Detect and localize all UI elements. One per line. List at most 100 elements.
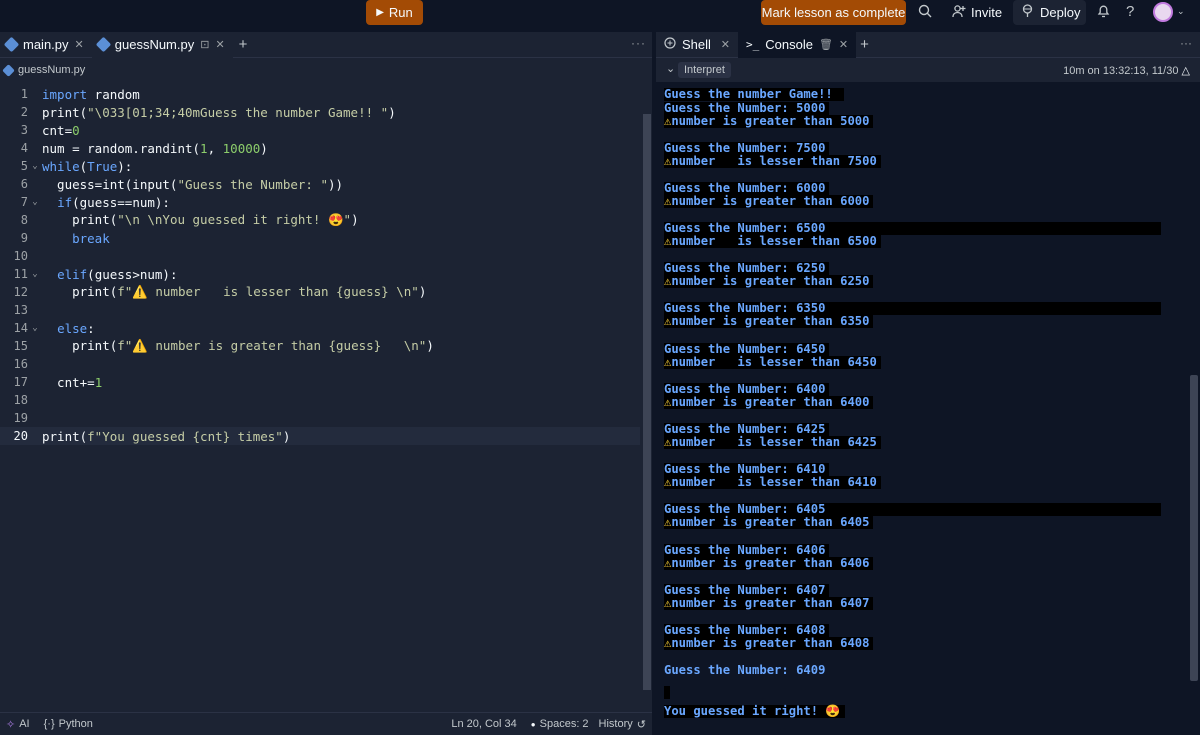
- code-text: print(f"⚠️ number is lesser than {guess}…: [42, 284, 427, 299]
- code-text: while(True):: [42, 158, 133, 174]
- console-line: Guess the number Game!!: [664, 88, 845, 101]
- line-number: 17: [13, 375, 28, 389]
- chevron-down-icon[interactable]: ⌄: [666, 62, 675, 75]
- warning-icon: △: [1181, 65, 1190, 77]
- interpret-button[interactable]: Interpret: [678, 62, 731, 78]
- deploy-button[interactable]: Deploy: [1013, 0, 1086, 25]
- code-line: 3 cnt=0: [0, 121, 640, 139]
- invite-label: Invite: [971, 5, 1003, 20]
- split-icon[interactable]: ⊡: [200, 38, 209, 51]
- close-icon[interactable]: ✕: [721, 38, 730, 51]
- code-text: else:: [57, 320, 95, 336]
- code-line: 6 guess=int(input("Guess the Number: ")): [0, 175, 640, 193]
- code-line: 15 print(f"⚠️ number is greater than {gu…: [0, 337, 640, 355]
- code-text: import random: [42, 86, 140, 102]
- tab-label: main.py: [23, 37, 69, 52]
- tab-label: Shell: [682, 37, 711, 52]
- console-line: ⚠number is greater than 6406: [664, 557, 874, 570]
- run-button[interactable]: ▶ Run: [366, 0, 423, 25]
- trash-icon[interactable]: 🗑: [819, 38, 833, 51]
- breadcrumb-file[interactable]: guessNum.py: [18, 64, 85, 76]
- close-icon[interactable]: ✕: [215, 38, 224, 51]
- search-icon[interactable]: [918, 4, 932, 21]
- code-text: break: [72, 230, 110, 246]
- new-tab-icon[interactable]: +: [233, 36, 254, 53]
- tab-shell[interactable]: Shell ✕: [656, 32, 738, 58]
- mark-complete-button[interactable]: Mark lesson as complete: [761, 0, 906, 25]
- bell-icon[interactable]: [1097, 4, 1110, 21]
- console-line: ⚠number is greater than 6405: [664, 516, 874, 529]
- language-label[interactable]: Python: [59, 718, 93, 730]
- add-user-icon: [952, 4, 966, 21]
- line-number: 4: [20, 141, 28, 155]
- code-line: 14 ⌄ else:: [0, 319, 640, 337]
- tab-guessnum-py[interactable]: guessNum.py ⊡ ✕: [91, 31, 233, 58]
- code-line: 13: [0, 301, 640, 319]
- close-icon[interactable]: ✕: [839, 38, 848, 51]
- code-line: 19: [0, 409, 640, 427]
- code-line: 18: [0, 391, 640, 409]
- fold-chevron-icon[interactable]: ⌄: [28, 197, 42, 207]
- more-options-icon[interactable]: ···: [1180, 36, 1192, 50]
- console-scrollbar[interactable]: [1190, 375, 1198, 681]
- avatar[interactable]: [1153, 2, 1173, 22]
- breadcrumb: guessNum.py: [0, 58, 652, 82]
- tab-label: guessNum.py: [114, 37, 195, 52]
- code-line: 4 num = random.randint(1, 10000): [0, 139, 640, 157]
- ai-button[interactable]: AI: [19, 718, 29, 730]
- shell-icon: [664, 37, 676, 52]
- line-number: 18: [13, 393, 28, 407]
- code-line: 12 print(f"⚠️ number is lesser than {gue…: [0, 283, 640, 301]
- python-file-icon: [2, 63, 15, 77]
- code-line: 17 cnt+=1: [0, 373, 640, 391]
- code-text: num = random.randint(1, 10000): [42, 140, 268, 156]
- fold-chevron-icon[interactable]: ⌄: [28, 323, 42, 333]
- code-line: 9 break: [0, 229, 640, 247]
- cursor-position[interactable]: Ln 20, Col 34: [451, 718, 516, 730]
- code-line: 1 import random: [0, 85, 640, 103]
- line-number: 7: [20, 195, 28, 209]
- close-icon[interactable]: ✕: [75, 38, 84, 51]
- help-icon[interactable]: ?: [1126, 3, 1134, 20]
- code-line: 5 ⌄ while(True):: [0, 157, 640, 175]
- chevron-down-icon[interactable]: ⌄: [1177, 6, 1185, 17]
- code-text: print(f"You guessed {cnt} times"): [42, 428, 291, 444]
- code-text: print("\n \nYou guessed it right! 😍"): [42, 212, 359, 227]
- more-options-icon[interactable]: ···: [631, 36, 646, 50]
- deploy-label: Deploy: [1040, 5, 1081, 20]
- console-line: ⚠number is greater than 6350: [664, 315, 874, 328]
- line-number: 9: [20, 231, 28, 245]
- console-line: ⚠number is greater than 5000: [664, 115, 874, 128]
- editor-pane: main.py ✕ guessNum.py ⊡ ✕ + ··· guessNum…: [0, 31, 652, 735]
- console-pane: Shell ✕ >_ Console 🗑 ✕ + ··· ⌄ Interpret…: [656, 31, 1200, 735]
- fold-chevron-icon[interactable]: ⌄: [28, 161, 42, 171]
- play-icon: ▶: [376, 7, 384, 18]
- line-number: 12: [13, 285, 28, 299]
- tab-main-py[interactable]: main.py ✕: [0, 32, 92, 58]
- history-button[interactable]: History: [599, 718, 633, 730]
- deploy-icon: [1021, 4, 1034, 21]
- run-label: Run: [388, 5, 413, 20]
- console-line: ⚠number is greater than 6000: [664, 195, 874, 208]
- code-line: 10: [0, 247, 640, 265]
- invite-button[interactable]: Invite: [946, 0, 1008, 25]
- console-line: You guessed it right! 😍: [664, 705, 845, 718]
- console-tab-bar: Shell ✕ >_ Console 🗑 ✕ + ···: [656, 31, 1200, 58]
- python-file-icon: [3, 36, 20, 53]
- fold-chevron-icon[interactable]: ⌄: [28, 269, 42, 279]
- history-icon[interactable]: ↺: [637, 718, 646, 731]
- spaces-setting[interactable]: Spaces: 2: [540, 718, 589, 730]
- terminal-icon: >_: [746, 38, 760, 51]
- code-text: if(guess==num):: [57, 194, 170, 210]
- code-text: guess=int(input("Guess the Number: ")): [42, 176, 344, 192]
- new-tab-icon[interactable]: +: [860, 36, 869, 53]
- braces-icon: {·}: [43, 718, 55, 730]
- run-time-info: 10m on 13:32:13, 11/30 △: [1063, 65, 1190, 77]
- console-line: ⚠number is lesser than 6425: [664, 436, 881, 449]
- line-number: 16: [13, 357, 28, 371]
- editor-scrollbar[interactable]: [643, 114, 651, 690]
- code-line-current: 20 print(f"You guessed {cnt} times"): [0, 427, 640, 445]
- code-editor[interactable]: 1 import random 2 print("\033[01;34;40mGue…: [0, 82, 652, 712]
- editor-tab-bar: main.py ✕ guessNum.py ⊡ ✕ + ···: [0, 31, 652, 58]
- tab-console[interactable]: >_ Console 🗑 ✕: [738, 31, 857, 58]
